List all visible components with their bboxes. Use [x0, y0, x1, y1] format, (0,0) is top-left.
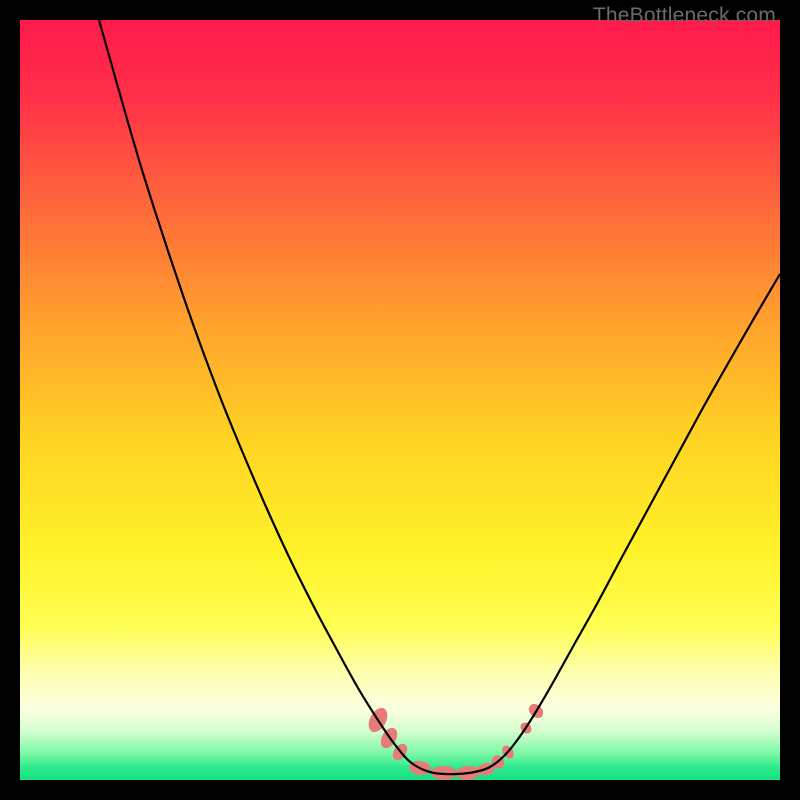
chart-svg: [20, 20, 780, 780]
chart-frame: [20, 20, 780, 780]
watermark-text: TheBottleneck.com: [593, 4, 776, 28]
gradient-background: [20, 20, 780, 780]
